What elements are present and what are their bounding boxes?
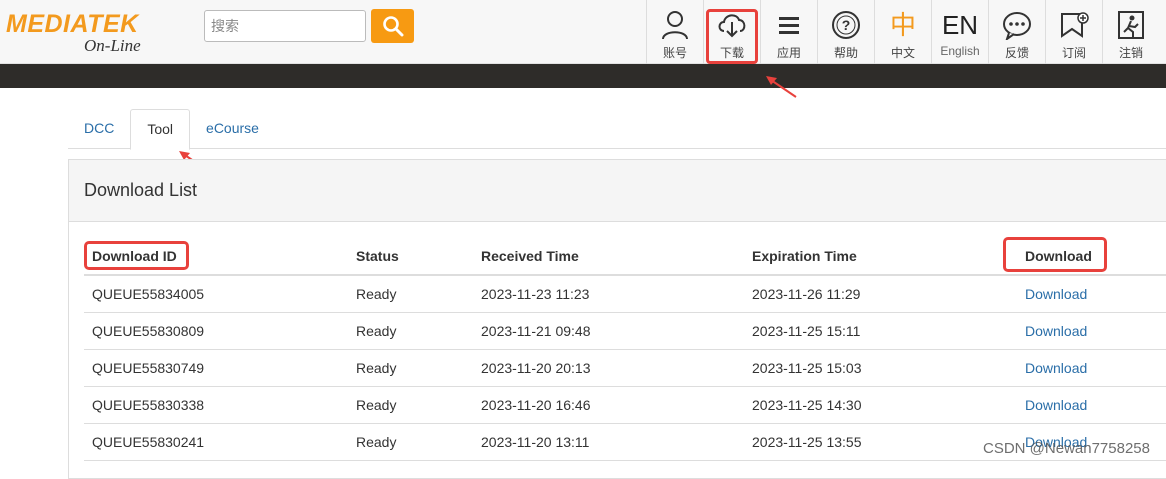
cell-status: Ready xyxy=(348,275,473,312)
nav-apps-label: 应用 xyxy=(777,44,801,61)
table-row: QUEUE55830338 Ready 2023-11-20 16:46 202… xyxy=(84,386,1166,423)
search-input[interactable] xyxy=(204,10,366,42)
cell-received-time: 2023-11-20 16:46 xyxy=(473,386,744,423)
cell-download-id: QUEUE55830749 xyxy=(84,349,348,386)
download-link[interactable]: Download xyxy=(1025,323,1087,339)
cell-download: Download xyxy=(1006,386,1166,423)
cell-status: Ready xyxy=(348,423,473,460)
download-link[interactable]: Download xyxy=(1025,286,1087,302)
feedback-icon xyxy=(1000,8,1034,42)
csdn-watermark: CSDN @Newan7758258 xyxy=(983,440,1150,457)
top-header: MEDIATEK On-Line 账号 下载 应用 xyxy=(0,0,1166,64)
cell-expiration-time: 2023-11-25 13:55 xyxy=(744,423,1006,460)
chinese-language-icon: 中 xyxy=(886,8,920,42)
help-icon: ? xyxy=(829,8,863,42)
column-download: Download xyxy=(1006,238,1166,275)
cell-expiration-time: 2023-11-25 15:03 xyxy=(744,349,1006,386)
nav-help[interactable]: ? 帮助 xyxy=(817,0,874,64)
column-status: Status xyxy=(348,238,473,275)
table-row: QUEUE55830809 Ready 2023-11-21 09:48 202… xyxy=(84,312,1166,349)
table-row: QUEUE55830749 Ready 2023-11-20 20:13 202… xyxy=(84,349,1166,386)
nav-logout-label: 注销 xyxy=(1119,44,1143,61)
tab-dcc[interactable]: DCC xyxy=(68,109,130,149)
cell-expiration-time: 2023-11-26 11:29 xyxy=(744,275,1006,312)
nav-chinese-label: 中文 xyxy=(891,44,915,61)
search-icon xyxy=(382,15,404,37)
menu-icon xyxy=(772,8,806,42)
nav-feedback[interactable]: 反馈 xyxy=(988,0,1045,64)
nav-help-label: 帮助 xyxy=(834,44,858,61)
column-expiration-time: Expiration Time xyxy=(744,238,1006,275)
table-row: QUEUE55834005 Ready 2023-11-23 11:23 202… xyxy=(84,275,1166,312)
mediatek-logo[interactable]: MEDIATEK On-Line xyxy=(6,10,166,56)
nav-subscribe-label: 订阅 xyxy=(1062,44,1086,61)
logout-icon xyxy=(1114,8,1148,42)
column-received-time: Received Time xyxy=(473,238,744,275)
download-highlight-box xyxy=(706,9,758,64)
cell-expiration-time: 2023-11-25 15:11 xyxy=(744,312,1006,349)
cell-received-time: 2023-11-20 20:13 xyxy=(473,349,744,386)
user-icon xyxy=(658,8,692,42)
download-link[interactable]: Download xyxy=(1025,397,1087,413)
header-band xyxy=(0,64,1166,88)
cell-download-id: QUEUE55834005 xyxy=(84,275,348,312)
nav-download[interactable]: 下载 xyxy=(703,0,760,64)
tab-tool[interactable]: Tool xyxy=(130,109,190,150)
nav-subscribe[interactable]: 订阅 xyxy=(1045,0,1102,64)
subscribe-icon xyxy=(1057,8,1091,42)
cell-expiration-time: 2023-11-25 14:30 xyxy=(744,386,1006,423)
nav-feedback-label: 反馈 xyxy=(1005,44,1029,61)
nav-logout[interactable]: 注销 xyxy=(1102,0,1159,64)
column-download-id: Download ID xyxy=(84,238,348,275)
panel-title: Download List xyxy=(69,160,1166,222)
table-header-row: Download ID Status Received Time Expirat… xyxy=(84,238,1166,275)
cell-received-time: 2023-11-23 11:23 xyxy=(473,275,744,312)
nav-english-label: English xyxy=(940,44,979,58)
cell-status: Ready xyxy=(348,312,473,349)
nav-apps[interactable]: 应用 xyxy=(760,0,817,64)
nav-english[interactable]: EN English xyxy=(931,0,988,64)
svg-text:?: ? xyxy=(842,17,851,33)
logo-main-text: MEDIATEK xyxy=(6,10,139,39)
cell-download: Download xyxy=(1006,275,1166,312)
english-language-icon: EN xyxy=(943,8,977,42)
cell-download-id: QUEUE55830338 xyxy=(84,386,348,423)
download-link[interactable]: Download xyxy=(1025,360,1087,376)
download-list-panel: Download List Download ID Status Receive… xyxy=(68,159,1166,479)
cell-received-time: 2023-11-20 13:11 xyxy=(473,423,744,460)
tab-ecourse[interactable]: eCourse xyxy=(190,109,275,149)
cell-download-id: QUEUE55830241 xyxy=(84,423,348,460)
tab-bar: DCC Tool eCourse xyxy=(68,109,1166,149)
cell-status: Ready xyxy=(348,349,473,386)
cell-received-time: 2023-11-21 09:48 xyxy=(473,312,744,349)
logo-sub-text: On-Line xyxy=(84,36,141,56)
cell-download: Download xyxy=(1006,349,1166,386)
cell-status: Ready xyxy=(348,386,473,423)
cell-download: Download xyxy=(1006,312,1166,349)
download-table: Download ID Status Received Time Expirat… xyxy=(84,238,1166,461)
cell-download-id: QUEUE55830809 xyxy=(84,312,348,349)
nav-account[interactable]: 账号 xyxy=(646,0,703,64)
nav-account-label: 账号 xyxy=(663,44,687,61)
top-navbar: 账号 下载 应用 ? 帮助 中 中文 EN English xyxy=(646,0,1159,64)
search-button[interactable] xyxy=(371,9,414,43)
nav-chinese[interactable]: 中 中文 xyxy=(874,0,931,64)
